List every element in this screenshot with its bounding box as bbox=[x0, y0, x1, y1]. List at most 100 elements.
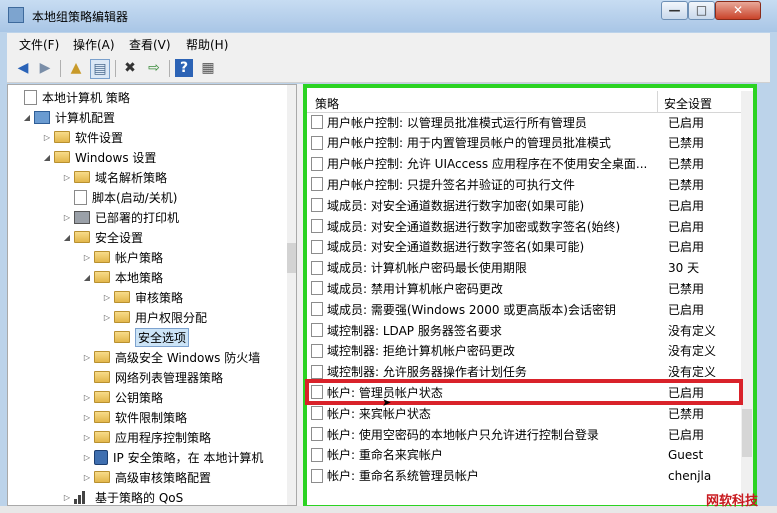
close-button[interactable]: ✕ bbox=[715, 1, 761, 20]
expand-toggle-icon[interactable]: ◢ bbox=[62, 233, 72, 242]
policy-setting-icon bbox=[311, 115, 323, 129]
tree-item[interactable]: ▷ 公钥策略 bbox=[82, 387, 163, 407]
expand-toggle-icon[interactable]: ▷ bbox=[62, 173, 72, 182]
policy-setting-value: 已启用 bbox=[668, 302, 705, 317]
policy-row[interactable]: 帐户: 来宾帐户状态 已禁用 bbox=[311, 403, 751, 423]
expand-toggle-icon[interactable]: ▷ bbox=[82, 393, 92, 402]
column-header-policy[interactable]: 策略 bbox=[315, 95, 339, 112]
tree-item-label: 高级审核策略配置 bbox=[115, 470, 212, 485]
properties-icon[interactable]: ▦ bbox=[199, 59, 217, 77]
status-bar bbox=[0, 506, 777, 513]
tree-item[interactable]: ▷ 帐户策略 bbox=[82, 247, 163, 267]
expand-toggle-icon[interactable]: ◢ bbox=[82, 273, 92, 282]
tree-item-label: 本地计算机 策略 bbox=[42, 90, 130, 105]
policy-row[interactable]: 域成员: 需要强(Windows 2000 或更高版本)会话密钥 已启用 bbox=[311, 299, 751, 319]
expand-toggle-icon[interactable]: ▷ bbox=[42, 133, 52, 142]
window-title: 本地组策略编辑器 bbox=[32, 10, 129, 24]
expand-toggle-icon[interactable]: ▷ bbox=[102, 293, 112, 302]
policy-row[interactable]: 用户帐户控制: 允许 UIAccess 应用程序在不使用安全桌面... 已禁用 bbox=[311, 154, 751, 174]
menu-help[interactable]: 帮助(H) bbox=[186, 36, 228, 53]
policy-row[interactable]: 帐户: 使用空密码的本地帐户只允许进行控制台登录 已启用 bbox=[311, 424, 751, 444]
tree-item[interactable]: 网络列表管理器策略 bbox=[82, 367, 223, 387]
tree-item[interactable]: 本地计算机 策略 bbox=[12, 87, 130, 107]
menu-view[interactable]: 查看(V) bbox=[129, 36, 171, 53]
tree-scroll-thumb[interactable] bbox=[287, 243, 296, 273]
policy-row[interactable]: 域控制器: 拒绝计算机帐户密码更改 没有定义 bbox=[311, 341, 751, 361]
policy-name: 帐户: 使用空密码的本地帐户只允许进行控制台登录 bbox=[327, 427, 599, 442]
folder-icon bbox=[94, 391, 110, 403]
tree-item-label: 公钥策略 bbox=[115, 390, 164, 405]
policy-row[interactable]: 域成员: 对安全通道数据进行数字加密(如果可能) 已启用 bbox=[311, 195, 751, 215]
policy-row[interactable]: 域成员: 计算机帐户密码最长使用期限 30 天 bbox=[311, 258, 751, 278]
tree-item[interactable]: ▷ 软件限制策略 bbox=[82, 407, 187, 427]
tree-item[interactable]: 安全选项 bbox=[102, 327, 190, 347]
tree-item[interactable]: ▷ 基于策略的 QoS bbox=[62, 487, 183, 505]
expand-toggle-icon[interactable]: ▷ bbox=[82, 453, 92, 462]
column-header-setting[interactable]: 安全设置 bbox=[664, 95, 712, 112]
forward-arrow-icon[interactable]: ▶ bbox=[36, 59, 54, 77]
tree-item[interactable]: ▷ 应用程序控制策略 bbox=[82, 427, 211, 447]
policy-setting-value: 已禁用 bbox=[668, 136, 705, 151]
tree-item[interactable]: ▷ 高级审核策略配置 bbox=[82, 467, 211, 487]
policy-row[interactable]: 用户帐户控制: 只提升签名并验证的可执行文件 已禁用 bbox=[311, 174, 751, 194]
policy-setting-value: Guest bbox=[668, 447, 704, 462]
policy-setting-value: 已启用 bbox=[668, 198, 705, 213]
policy-setting-value: 已启用 bbox=[668, 240, 705, 255]
expand-toggle-icon[interactable]: ▷ bbox=[82, 353, 92, 362]
help-icon[interactable]: ? bbox=[175, 59, 193, 77]
tree-item[interactable]: ▷ 域名解析策略 bbox=[62, 167, 167, 187]
tree-scrollbar[interactable] bbox=[287, 85, 296, 505]
policy-setting-icon bbox=[311, 219, 323, 233]
minimize-button[interactable]: — bbox=[661, 1, 688, 20]
folder-icon bbox=[114, 331, 130, 343]
expand-toggle-icon[interactable]: ▷ bbox=[82, 253, 92, 262]
policy-row[interactable]: 域成员: 禁用计算机帐户密码更改 已禁用 bbox=[311, 278, 751, 298]
folder-icon bbox=[74, 171, 90, 183]
policy-row[interactable]: 域成员: 对安全通道数据进行数字签名(如果可能) 已启用 bbox=[311, 237, 751, 257]
toolbar: ◀ ▶ ▲ ▤ ✖ ⇨ ? ▦ bbox=[7, 55, 770, 83]
tree-item[interactable]: ▷ 已部署的打印机 bbox=[62, 207, 179, 227]
column-divider[interactable] bbox=[657, 91, 658, 112]
policy-editor-icon bbox=[8, 7, 24, 23]
maximize-button[interactable]: □ bbox=[688, 1, 715, 20]
folder-icon bbox=[74, 231, 90, 243]
policy-setting-icon bbox=[311, 177, 323, 192]
policy-row[interactable]: 域控制器: LDAP 服务器签名要求 没有定义 bbox=[311, 320, 751, 340]
expand-toggle-icon[interactable]: ▷ bbox=[82, 433, 92, 442]
tree-item[interactable]: ▷ 审核策略 bbox=[102, 287, 183, 307]
tree-item[interactable]: ◢ 本地策略 bbox=[82, 267, 163, 287]
up-folder-icon[interactable]: ▲ bbox=[67, 59, 85, 77]
export-list-icon[interactable]: ⇨ bbox=[145, 59, 163, 77]
folder-icon bbox=[54, 151, 70, 163]
policy-row[interactable]: 用户帐户控制: 用于内置管理员帐户的管理员批准模式 已禁用 bbox=[311, 133, 751, 153]
policy-row[interactable]: 帐户: 重命名系统管理员帐户 chenjla bbox=[311, 466, 751, 486]
tree-item[interactable]: ▷ 软件设置 bbox=[42, 127, 123, 147]
policy-row[interactable]: 域成员: 对安全通道数据进行数字加密或数字签名(始终) 已启用 bbox=[311, 216, 751, 236]
tree-item[interactable]: ◢ 计算机配置 bbox=[22, 107, 115, 127]
back-arrow-icon[interactable]: ◀ bbox=[14, 59, 32, 77]
menu-file[interactable]: 文件(F) bbox=[19, 36, 59, 53]
tree-item[interactable]: ◢ 安全设置 bbox=[62, 227, 143, 247]
expand-toggle-icon[interactable]: ▷ bbox=[82, 473, 92, 482]
tree-item[interactable]: 脚本(启动/关机) bbox=[62, 187, 177, 207]
tree-item[interactable]: ▷ 高级安全 Windows 防火墙 bbox=[82, 347, 260, 367]
show-hide-tree-icon[interactable]: ▤ bbox=[90, 59, 110, 79]
menu-action[interactable]: 操作(A) bbox=[73, 36, 115, 53]
tree-item[interactable]: ▷ 用户权限分配 bbox=[102, 307, 207, 327]
list-header: 策略 安全设置 bbox=[307, 91, 753, 113]
policy-row[interactable]: 用户帐户控制: 以管理员批准模式运行所有管理员 已启用 bbox=[311, 112, 751, 132]
expand-toggle-icon[interactable]: ▷ bbox=[62, 493, 72, 502]
tree-item[interactable]: ▷ IP 安全策略，在 本地计算机 bbox=[82, 447, 263, 467]
policy-setting-value: 已禁用 bbox=[668, 177, 705, 192]
expand-toggle-icon[interactable]: ▷ bbox=[82, 413, 92, 422]
expand-toggle-icon[interactable]: ◢ bbox=[22, 113, 32, 122]
policy-name: 用户帐户控制: 用于内置管理员帐户的管理员批准模式 bbox=[327, 136, 611, 151]
expand-toggle-icon[interactable]: ◢ bbox=[42, 153, 52, 162]
document-icon bbox=[74, 189, 87, 205]
expand-toggle-icon[interactable]: ▷ bbox=[102, 313, 112, 322]
policy-row[interactable]: 帐户: 重命名来宾帐户 Guest bbox=[311, 445, 751, 465]
tree-item-label: 计算机配置 bbox=[55, 110, 116, 125]
tree-item[interactable]: ◢ Windows 设置 bbox=[42, 147, 156, 167]
delete-icon[interactable]: ✖ bbox=[121, 59, 139, 77]
expand-toggle-icon[interactable]: ▷ bbox=[62, 213, 72, 222]
